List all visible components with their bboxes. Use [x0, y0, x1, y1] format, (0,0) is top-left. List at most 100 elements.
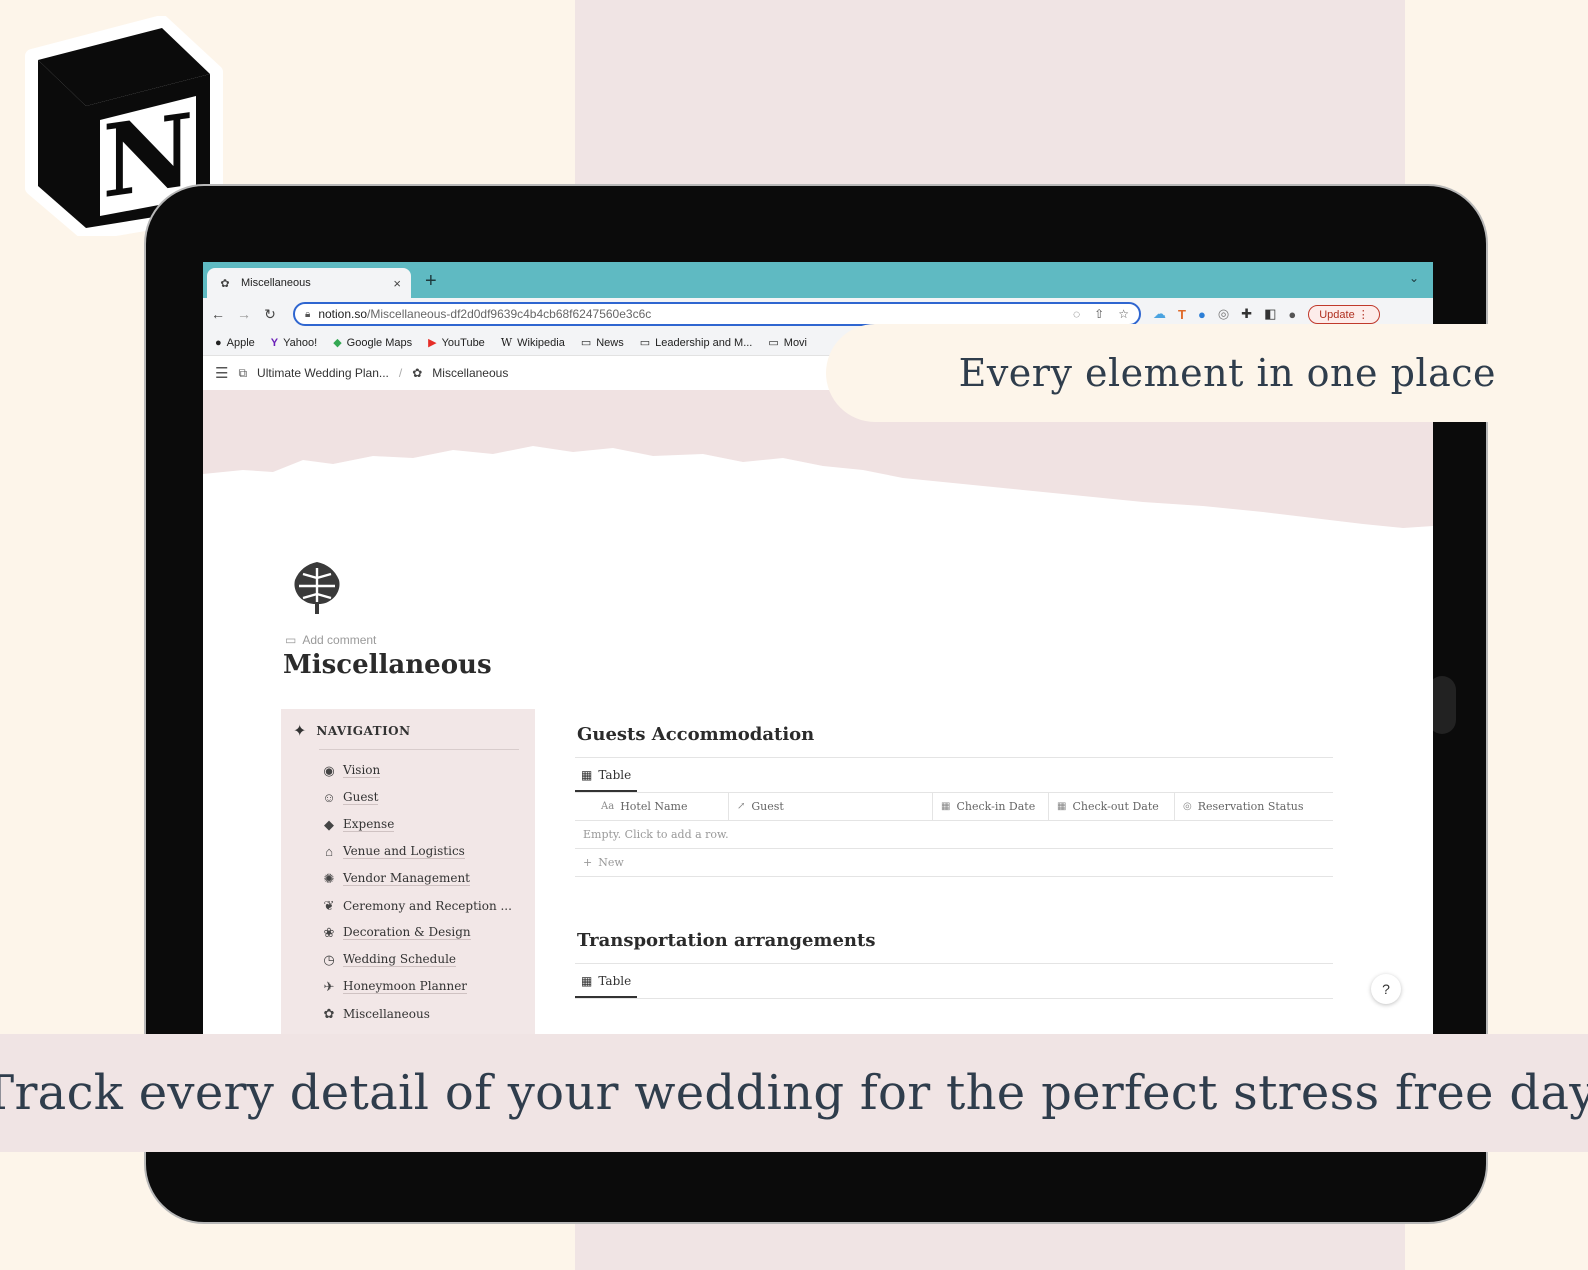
column-guest[interactable]: ↗ Guest [729, 793, 933, 820]
nav-item-venue[interactable]: ⌂ Venue and Logistics [321, 838, 512, 865]
plus-icon: + [583, 856, 593, 869]
divider [319, 749, 519, 750]
chevron-down-icon[interactable]: ⌄ [1409, 271, 1419, 285]
share-icon[interactable]: ⇧ [1094, 307, 1104, 321]
bookmark-item[interactable]: ◆ Google Maps [333, 336, 412, 350]
tagline-banner: Track every detail of your wedding for t… [0, 1034, 1588, 1152]
bookmark-icon: ▭ [639, 337, 651, 349]
star-icon[interactable]: ☆ [1118, 307, 1129, 321]
bookmark-item[interactable]: Y Yahoo! [271, 337, 317, 349]
nav-item-honeymoon[interactable]: ✈ Honeymoon Planner [321, 973, 512, 1000]
cloud-extension-icon[interactable]: ☁ [1153, 306, 1166, 322]
guests-accommodation-database: Guests Accommodation ▦ Table Aa Hotel Nam… [575, 724, 1333, 877]
bookmark-item[interactable]: ▭ News [580, 336, 624, 350]
money-icon: ◆ [324, 816, 334, 832]
navigation-list: ◉ Vision ☺ Guest ◆ Expense ⌂ Venue and Logis… [321, 757, 512, 1027]
url-text: notion.so/Miscellaneous-df2d0df9639c4b4c… [318, 307, 652, 321]
sidepanel-icon[interactable]: ◧ [1264, 306, 1276, 322]
callout-text: Every element in one place [958, 351, 1496, 395]
table-view-tab[interactable]: ▦ Table [575, 758, 638, 792]
close-tab-icon[interactable]: × [393, 276, 401, 291]
bookmark-item[interactable]: W Wikipedia [501, 336, 565, 349]
column-check-out-date[interactable]: ▦ Check-out Date [1049, 793, 1175, 820]
divider [575, 757, 1333, 758]
nav-item-guest[interactable]: ☺ Guest [321, 784, 512, 811]
comment-icon: ▭ [285, 633, 297, 647]
schedule-icon: ◷ [323, 951, 335, 967]
relation-icon: ↗ [737, 801, 746, 812]
breadcrumb-parent[interactable]: Ultimate Wedding Plan... [257, 366, 389, 380]
vendor-icon: ✺ [323, 870, 335, 886]
text-property-icon: Aa [601, 801, 615, 812]
address-bar[interactable]: 🔒︎ notion.so/Miscellaneous-df2d0df9639c4… [293, 302, 1141, 326]
menu-icon[interactable]: ☰ [215, 364, 228, 382]
sparkle-icon: ✦ [293, 723, 307, 740]
tagline-text: Track every detail of your wedding for t… [0, 1065, 1588, 1121]
compass-extension-icon[interactable]: ◎ [1218, 306, 1229, 322]
eye-icon: ◉ [323, 762, 335, 778]
tab-title: Miscellaneous [241, 277, 311, 289]
bookmark-item[interactable]: ▶ YouTube [428, 336, 485, 350]
add-comment-button[interactable]: ▭ Add comment [285, 633, 376, 647]
maps-pin-icon: ◆ [333, 337, 342, 349]
navigation-heading: NAVIGATION [316, 724, 411, 738]
eye-slash-icon[interactable]: ◌ [1073, 307, 1080, 321]
apple-icon: ● [215, 336, 222, 349]
tab-bar: ✿ Miscellaneous × + ⌄ [203, 262, 1433, 298]
database-title[interactable]: Transportation arrangements [575, 930, 1333, 951]
forward-arrow-icon[interactable]: → [237, 306, 251, 322]
browser-tab[interactable]: ✿ Miscellaneous × [207, 268, 411, 298]
lock-icon: 🔒︎ [305, 308, 311, 320]
back-arrow-icon[interactable]: ← [211, 306, 225, 322]
wikipedia-icon: W [500, 336, 513, 349]
column-hotel-name[interactable]: Aa Hotel Name [575, 793, 729, 820]
bookmark-item[interactable]: ▭ Movi [768, 336, 807, 350]
nav-item-miscellaneous[interactable]: ✿ Miscellaneous [321, 1000, 512, 1027]
help-button[interactable]: ? [1371, 974, 1401, 1004]
calendar-icon: ▦ [1057, 801, 1067, 812]
table-icon: ▦ [581, 974, 593, 988]
profile-avatar[interactable]: ● [1288, 307, 1296, 322]
folder-icon: ▭ [580, 337, 592, 349]
breadcrumb-separator: / [398, 366, 403, 380]
table-view-tab[interactable]: ▦ Table [575, 964, 638, 998]
column-reservation-status[interactable]: ◎ Reservation Status [1175, 793, 1333, 820]
navigation-callout: ✦ NAVIGATION ◉ Vision ☺ Guest ◆ Expense ⌂ Ve… [281, 709, 535, 1034]
puzzle-icon[interactable]: ✚ [1241, 306, 1252, 322]
monstera-leaf-icon [294, 562, 340, 614]
column-check-in-date[interactable]: ▦ Check-in Date [933, 793, 1049, 820]
leaf-icon: ✿ [220, 277, 230, 290]
update-button[interactable]: Update ⋮ [1308, 304, 1380, 324]
feature-callout: Every element in one place [826, 324, 1588, 422]
empty-table-row[interactable]: Empty. Click to add a row. [575, 821, 1333, 849]
new-row-button[interactable]: + New [575, 849, 1333, 877]
status-icon: ◎ [1183, 801, 1192, 812]
nav-item-vendor[interactable]: ✺ Vendor Management [321, 865, 512, 892]
t-extension-icon[interactable]: T [1178, 307, 1186, 322]
nav-item-schedule[interactable]: ◷ Wedding Schedule [321, 946, 512, 973]
divider [575, 998, 1333, 999]
calendar-icon: ▦ [941, 801, 951, 812]
breadcrumb-current[interactable]: Miscellaneous [432, 366, 508, 380]
leaf-icon: ✿ [412, 366, 423, 380]
bookmark-item[interactable]: ▭ Leadership and M... [639, 336, 753, 350]
globe-extension-icon[interactable]: ● [1198, 307, 1206, 322]
table-header: Aa Hotel Name ↗ Guest ▦ Check-in Date ▦ Chec… [575, 793, 1333, 821]
database-title[interactable]: Guests Accommodation [575, 724, 1333, 745]
nav-item-ceremony[interactable]: ❦ Ceremony and Reception ... [321, 892, 512, 919]
plane-icon: ✈ [323, 978, 335, 994]
nav-item-decoration[interactable]: ❀ Decoration & Design [321, 919, 512, 946]
new-tab-button[interactable]: + [425, 270, 437, 293]
folder-icon: ▭ [768, 337, 779, 349]
add-comment-label: Add comment [302, 633, 377, 647]
bookmark-item[interactable]: ● Apple [215, 337, 255, 349]
ceremony-icon: ❦ [323, 897, 335, 913]
nav-item-vision[interactable]: ◉ Vision [321, 757, 512, 784]
page-title[interactable]: Miscellaneous [283, 650, 492, 680]
guests-icon: ☺ [322, 790, 336, 805]
reload-icon[interactable]: ↻ [263, 306, 277, 323]
nav-item-expense[interactable]: ◆ Expense [321, 811, 512, 838]
leaf-icon: ✿ [323, 1005, 335, 1021]
yahoo-icon: Y [270, 336, 279, 349]
venue-icon: ⌂ [325, 844, 333, 859]
